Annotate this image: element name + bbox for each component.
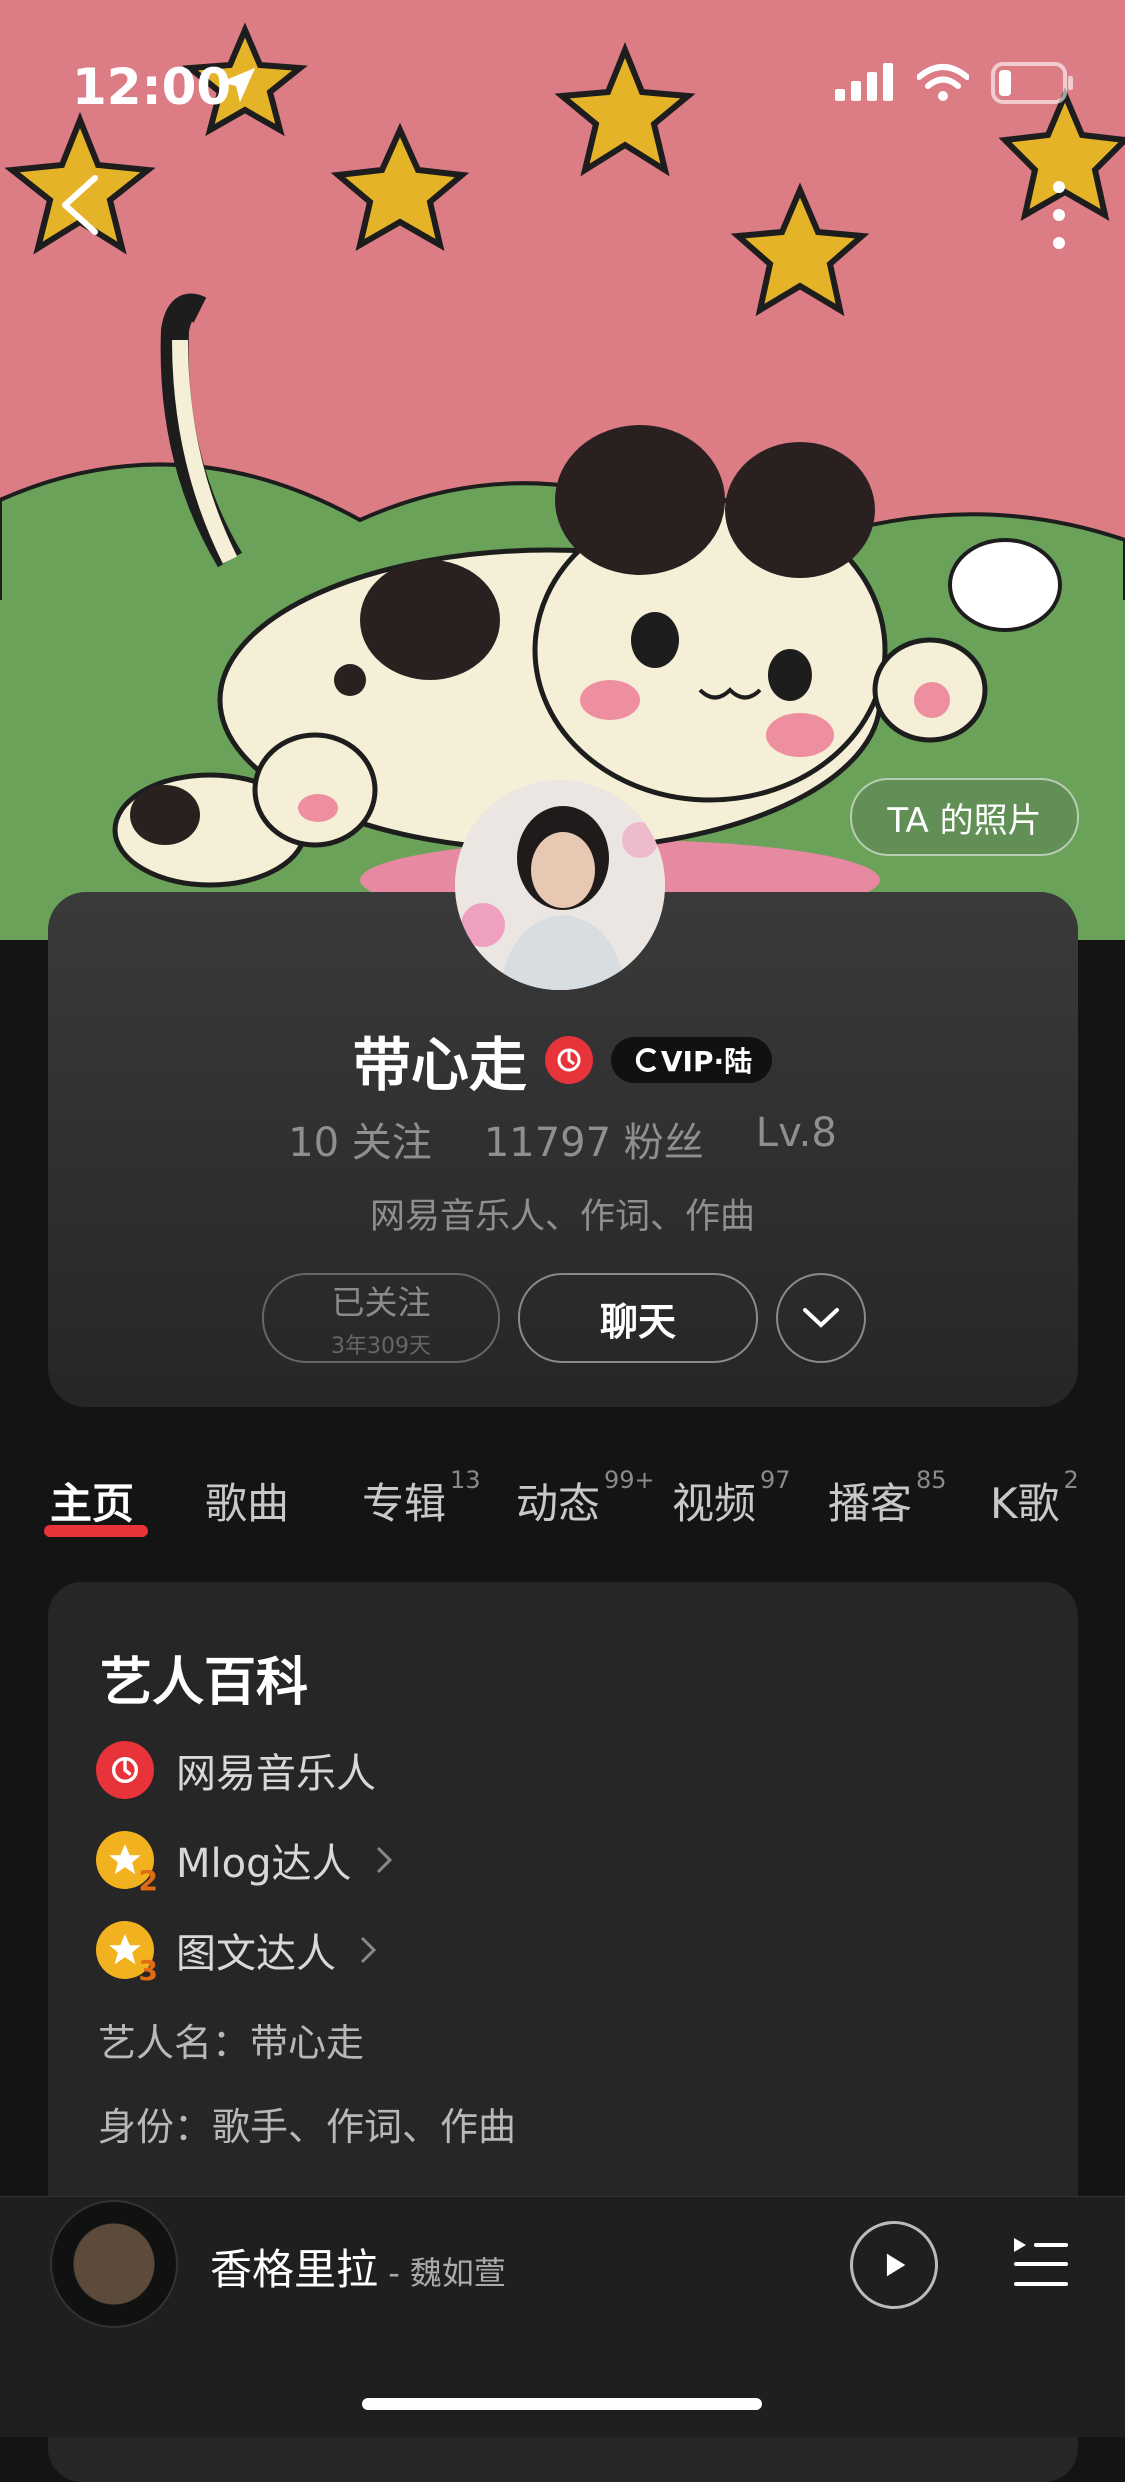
wifi-icon xyxy=(917,64,969,101)
active-tab-indicator xyxy=(44,1525,148,1537)
profile-tabs: 主页 歌曲 专辑 13 动态 99+ 视频 97 播客 85 K歌 2 xyxy=(0,1466,1125,1550)
ta-photos-button[interactable]: TA 的照片 xyxy=(850,778,1079,856)
tab-karaoke[interactable]: K歌 2 xyxy=(990,1466,1079,1531)
status-time: 12:00 xyxy=(72,58,232,116)
play-icon xyxy=(886,2253,906,2277)
tab-home[interactable]: 主页 xyxy=(50,1470,134,1531)
vip-logo-icon xyxy=(635,1048,657,1072)
following-count[interactable]: 10 关注 xyxy=(288,1110,432,1168)
netease-music-icon xyxy=(96,1741,154,1799)
tab-albums[interactable]: 专辑 13 xyxy=(362,1466,481,1531)
play-button[interactable] xyxy=(850,2221,938,2309)
followed-duration: 3年309天 xyxy=(331,1334,431,1359)
tab-karaoke-count: 2 xyxy=(1063,1466,1079,1494)
more-options-button[interactable] xyxy=(1039,175,1079,255)
tab-podcasts-count: 85 xyxy=(916,1466,947,1494)
song-title: 香格里拉 xyxy=(210,2245,379,2294)
badge-label: Mlog达人 xyxy=(176,1841,352,1887)
chat-button[interactable]: 聊天 xyxy=(518,1273,758,1363)
netease-musician-icon xyxy=(544,1036,593,1084)
vip-badge[interactable]: VIP·陆 xyxy=(610,1037,773,1083)
tab-activity[interactable]: 动态 99+ xyxy=(516,1466,655,1531)
status-bar: 12:00 xyxy=(0,0,1125,130)
now-playing-title[interactable]: 香格里拉 - 魏如萱 xyxy=(210,2236,506,2297)
tab-videos[interactable]: 视频 97 xyxy=(672,1466,791,1531)
badge-label: 网易音乐人 xyxy=(176,1751,376,1797)
badge-mlog-expert[interactable]: 2 Mlog达人 xyxy=(96,1831,394,1897)
tab-songs[interactable]: 歌曲 xyxy=(205,1470,289,1531)
back-button[interactable] xyxy=(50,170,120,240)
identity-field: 身份：歌手、作词、作曲 xyxy=(98,2105,517,2149)
chevron-right-icon xyxy=(360,1936,377,1964)
avatar[interactable] xyxy=(455,780,665,990)
playlist-button[interactable] xyxy=(1010,2236,1070,2292)
badge-level: 2 xyxy=(138,1864,158,1897)
album-art-disc[interactable] xyxy=(50,2200,178,2328)
followed-label: 已关注 xyxy=(331,1283,431,1322)
location-arrow-icon xyxy=(220,67,256,103)
home-indicator xyxy=(362,2398,762,2410)
cellular-signal-icon xyxy=(835,63,893,101)
tab-podcasts[interactable]: 播客 85 xyxy=(828,1466,947,1531)
badge-level: 3 xyxy=(138,1954,158,1987)
user-level[interactable]: Lv.8 xyxy=(756,1110,837,1168)
artist-name-field: 艺人名：带心走 xyxy=(98,2021,365,2065)
tab-albums-count: 13 xyxy=(450,1466,481,1494)
profile-name: 带心走 xyxy=(352,1031,527,1099)
profile-name-row: 带心走 VIP·陆 xyxy=(0,1018,1125,1102)
profile-bio: 网易音乐人、作词、作曲 xyxy=(369,1197,755,1237)
vip-label: VIP·陆 xyxy=(660,1045,753,1078)
tab-activity-count: 99+ xyxy=(604,1466,655,1494)
badge-label: 图文达人 xyxy=(176,1931,336,1977)
followed-button[interactable]: 已关注 3年309天 xyxy=(262,1273,500,1363)
badge-netease-musician: 网易音乐人 xyxy=(96,1741,376,1799)
profile-stats: 10 关注 11797 粉丝 Lv.8 xyxy=(0,1110,1125,1168)
song-artist: - 魏如萱 xyxy=(378,2254,506,2292)
expand-button[interactable] xyxy=(776,1273,866,1363)
star-badge-icon: 3 xyxy=(96,1921,158,1987)
wiki-title: 艺人百科 xyxy=(100,1653,309,1713)
chevron-down-icon xyxy=(803,1308,839,1328)
tab-videos-count: 97 xyxy=(760,1466,791,1494)
chevron-right-icon xyxy=(376,1846,392,1874)
badge-post-expert[interactable]: 3 图文达人 xyxy=(96,1921,378,1987)
followers-count[interactable]: 11797 粉丝 xyxy=(484,1110,704,1168)
star-badge-icon: 2 xyxy=(96,1831,158,1897)
battery-icon xyxy=(991,62,1073,104)
avatar-photo xyxy=(455,780,665,990)
